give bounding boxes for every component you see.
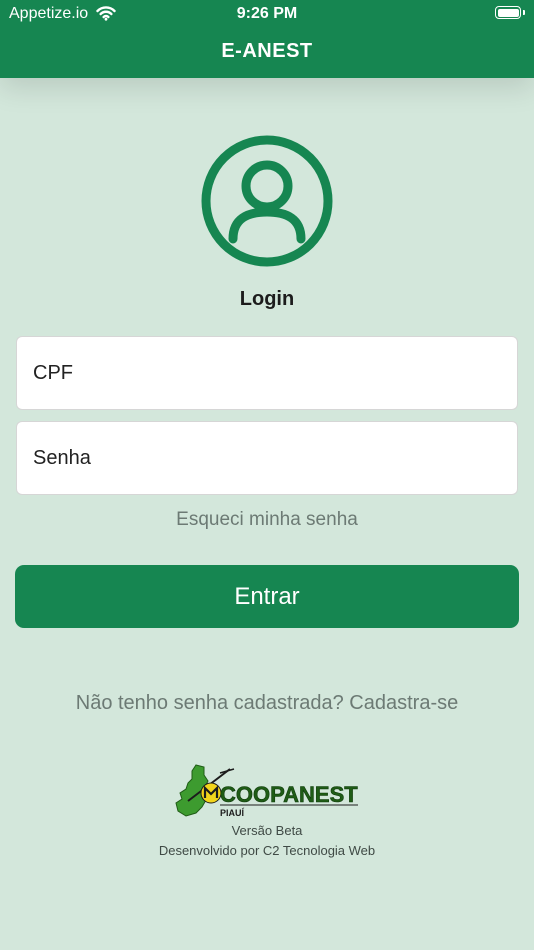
forgot-password-link[interactable]: Esqueci minha senha — [0, 509, 534, 531]
cpf-input[interactable] — [17, 337, 517, 409]
app-title: E-ANEST — [221, 40, 313, 62]
login-button[interactable]: Entrar — [15, 565, 519, 628]
version-label: Versão Beta — [231, 823, 303, 838]
battery-icon — [495, 6, 525, 19]
user-circle-icon — [201, 135, 333, 267]
cpf-field — [16, 336, 518, 410]
logo-wordmark: COOPANEST — [220, 782, 358, 807]
app-header: Appetize.io 9:26 PM E-ANEST — [0, 0, 534, 78]
password-input[interactable] — [17, 422, 517, 494]
logo-subtext: PIAUÍ — [220, 808, 245, 818]
developer-credit: Desenvolvido por C2 Tecnologia Web — [158, 843, 376, 858]
status-time: 9:26 PM — [236, 5, 298, 22]
status-bar: Appetize.io 9:26 PM — [0, 0, 534, 28]
coopanest-logo: COOPANEST PIAUÍ — [175, 764, 359, 818]
password-field — [16, 421, 518, 495]
register-link[interactable]: Não tenho senha cadastrada? Cadastra-se — [0, 692, 534, 715]
login-heading: Login — [239, 288, 295, 310]
